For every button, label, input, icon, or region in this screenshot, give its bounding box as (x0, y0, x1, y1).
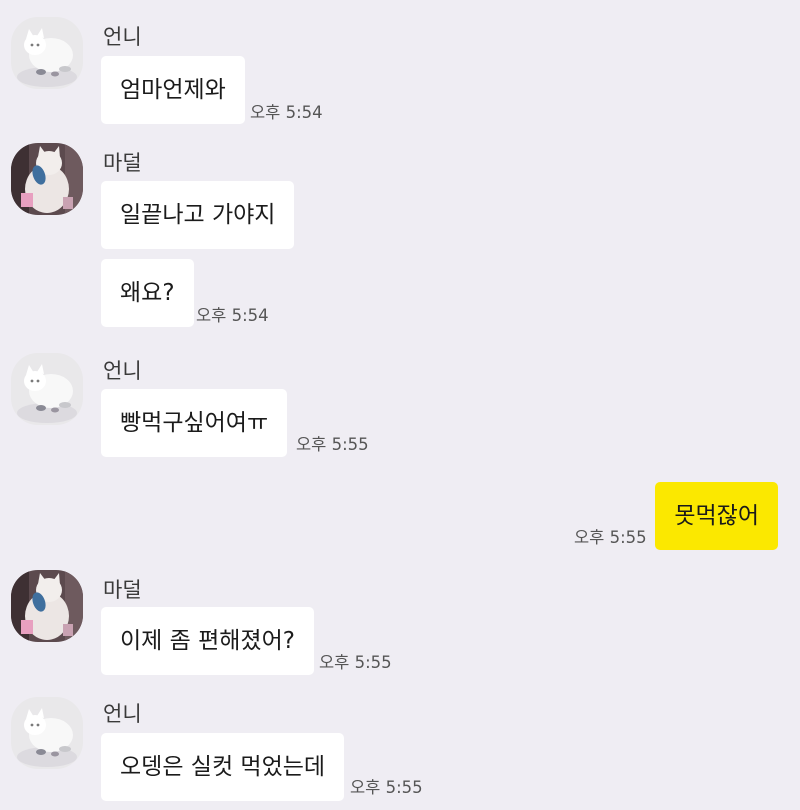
cat-with-toy-avatar-icon (11, 143, 83, 215)
message-time: 오후 5:55 (350, 778, 423, 797)
message-time: 오후 5:54 (196, 306, 269, 325)
message-bubble[interactable]: 오뎅은 실컷 먹었는데 (101, 733, 345, 801)
avatar-unni[interactable] (11, 17, 83, 89)
sender-name: 언니 (103, 359, 142, 383)
message-time: 오후 5:54 (250, 103, 323, 122)
white-cat-avatar-icon (11, 17, 83, 89)
sender-name: 언니 (103, 702, 142, 726)
message-bubble[interactable]: 일끝나고 가야지 (101, 181, 295, 249)
message-time: 오후 5:55 (296, 435, 369, 454)
message-time: 오후 5:55 (319, 653, 392, 672)
avatar-madeol[interactable] (11, 143, 83, 215)
sender-name: 마덜 (103, 151, 142, 175)
sender-name: 언니 (103, 25, 142, 49)
my-message-bubble[interactable]: 못먹잖어 (655, 482, 778, 550)
white-cat-avatar-icon (11, 353, 83, 425)
message-time: 오후 5:55 (574, 528, 647, 547)
message-bubble[interactable]: 엄마언제와 (101, 56, 245, 124)
message-bubble[interactable]: 이제 좀 편해졌어? (101, 607, 314, 675)
avatar-unni[interactable] (11, 353, 83, 425)
sender-name: 마덜 (103, 578, 142, 602)
avatar-unni[interactable] (11, 697, 83, 769)
message-bubble[interactable]: 빵먹구싶어여ㅠ (101, 389, 288, 457)
message-bubble[interactable]: 왜요? (101, 259, 194, 327)
cat-with-toy-avatar-icon (11, 570, 83, 642)
avatar-madeol[interactable] (11, 570, 83, 642)
white-cat-avatar-icon (11, 697, 83, 769)
